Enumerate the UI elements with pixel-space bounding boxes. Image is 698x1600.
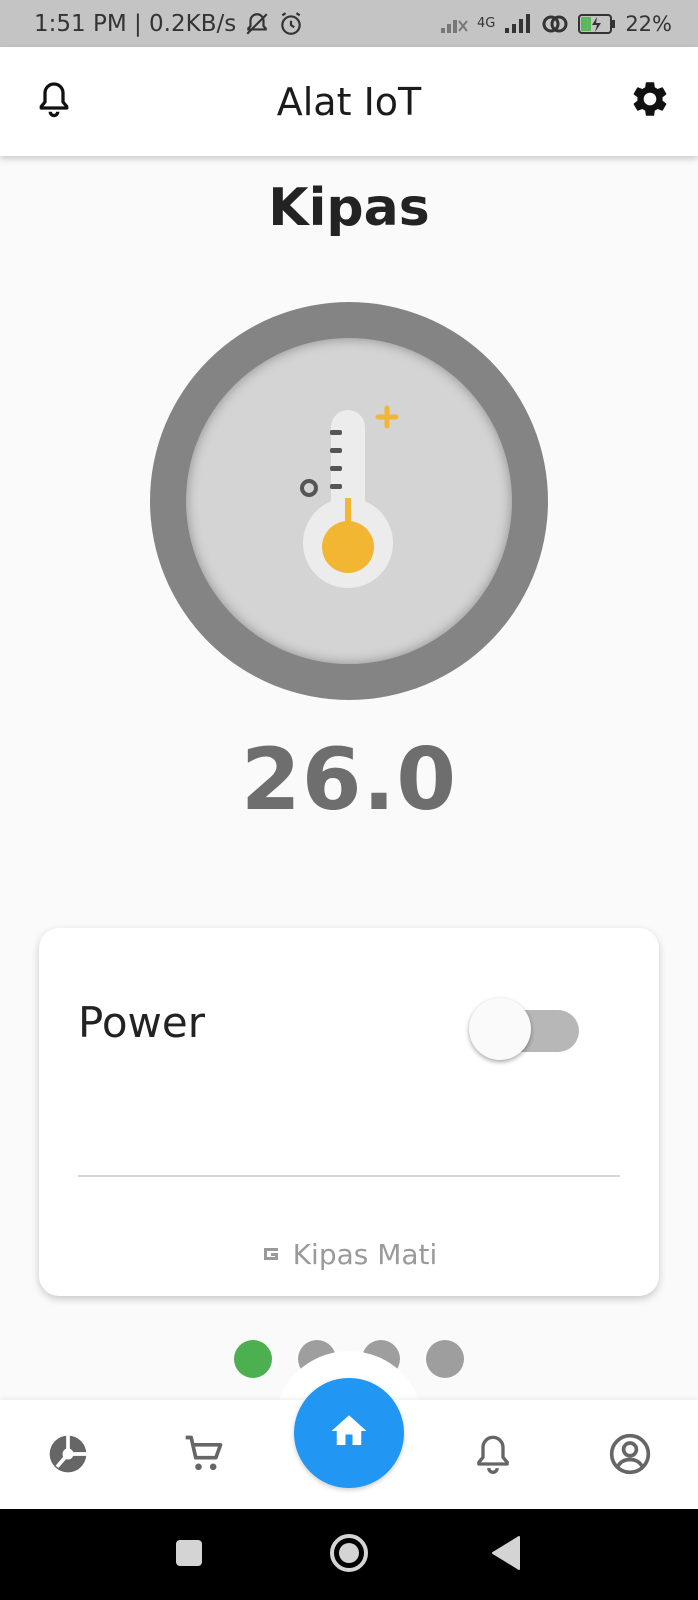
muted-bell-icon bbox=[244, 11, 270, 37]
page-dot-1[interactable] bbox=[234, 1340, 272, 1378]
bell-icon bbox=[36, 79, 72, 124]
battery-charging-icon bbox=[577, 12, 617, 36]
network-type: 4G bbox=[476, 16, 496, 31]
status-left: 1:51 PM | 0.2KB/s bbox=[34, 11, 304, 37]
settings-button[interactable] bbox=[624, 76, 676, 128]
temperature-value: 26.0 bbox=[240, 730, 458, 830]
nav-account[interactable] bbox=[602, 1428, 658, 1484]
signal-off-icon bbox=[439, 13, 469, 35]
power-label: Power bbox=[78, 998, 205, 1047]
notifications-button[interactable] bbox=[28, 76, 80, 128]
power-status-text: Kipas Mati bbox=[292, 1238, 438, 1271]
power-status: Kipas Mati bbox=[39, 1238, 659, 1271]
nav-shop[interactable] bbox=[176, 1428, 232, 1484]
square-icon bbox=[174, 1538, 204, 1573]
status-bar: 1:51 PM | 0.2KB/s 4G 22% bbox=[0, 0, 698, 47]
status-time-speed: 1:51 PM | 0.2KB/s bbox=[34, 10, 237, 37]
home-button[interactable] bbox=[294, 1378, 404, 1488]
nav-dashboard[interactable] bbox=[40, 1428, 96, 1484]
cart-icon bbox=[182, 1432, 226, 1481]
circle-icon bbox=[328, 1532, 370, 1579]
app-title: Alat IoT bbox=[276, 79, 422, 124]
nav-notifications[interactable] bbox=[465, 1428, 521, 1484]
toggle-thumb bbox=[469, 998, 531, 1060]
pie-chart-icon bbox=[46, 1432, 90, 1481]
status-right: 4G 22% bbox=[439, 12, 672, 36]
back-triangle-icon bbox=[491, 1535, 523, 1576]
bell-icon bbox=[473, 1432, 513, 1481]
card-divider bbox=[78, 1175, 620, 1177]
alarm-icon bbox=[278, 11, 304, 37]
device-title: Kipas bbox=[268, 178, 430, 238]
gear-icon bbox=[629, 78, 671, 125]
home-system-button[interactable] bbox=[325, 1531, 373, 1579]
g-icon bbox=[261, 1238, 281, 1271]
thermometer-icon bbox=[300, 405, 399, 588]
page-dot-4[interactable] bbox=[426, 1340, 464, 1378]
back-button[interactable] bbox=[483, 1531, 531, 1579]
battery-level: 22% bbox=[625, 11, 672, 36]
power-toggle[interactable] bbox=[469, 998, 581, 1060]
power-card: Power Kipas Mati bbox=[39, 928, 659, 1296]
hotspot-icon bbox=[541, 12, 569, 36]
app-bar: Alat IoT bbox=[0, 47, 698, 156]
home-icon bbox=[328, 1410, 370, 1457]
signal-icon bbox=[503, 13, 533, 35]
account-icon bbox=[608, 1432, 652, 1481]
recents-button[interactable] bbox=[165, 1531, 213, 1579]
system-nav-bar bbox=[0, 1509, 698, 1600]
